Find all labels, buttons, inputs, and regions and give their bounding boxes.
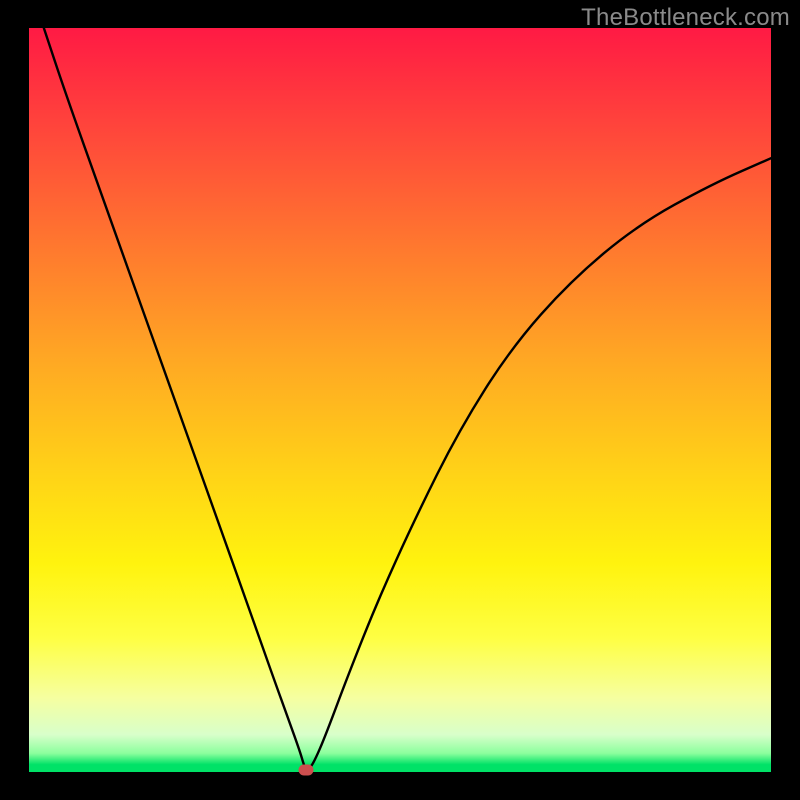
optimal-point-marker (298, 764, 313, 775)
watermark-text: TheBottleneck.com (581, 4, 790, 32)
chart-plot-area (29, 28, 771, 772)
